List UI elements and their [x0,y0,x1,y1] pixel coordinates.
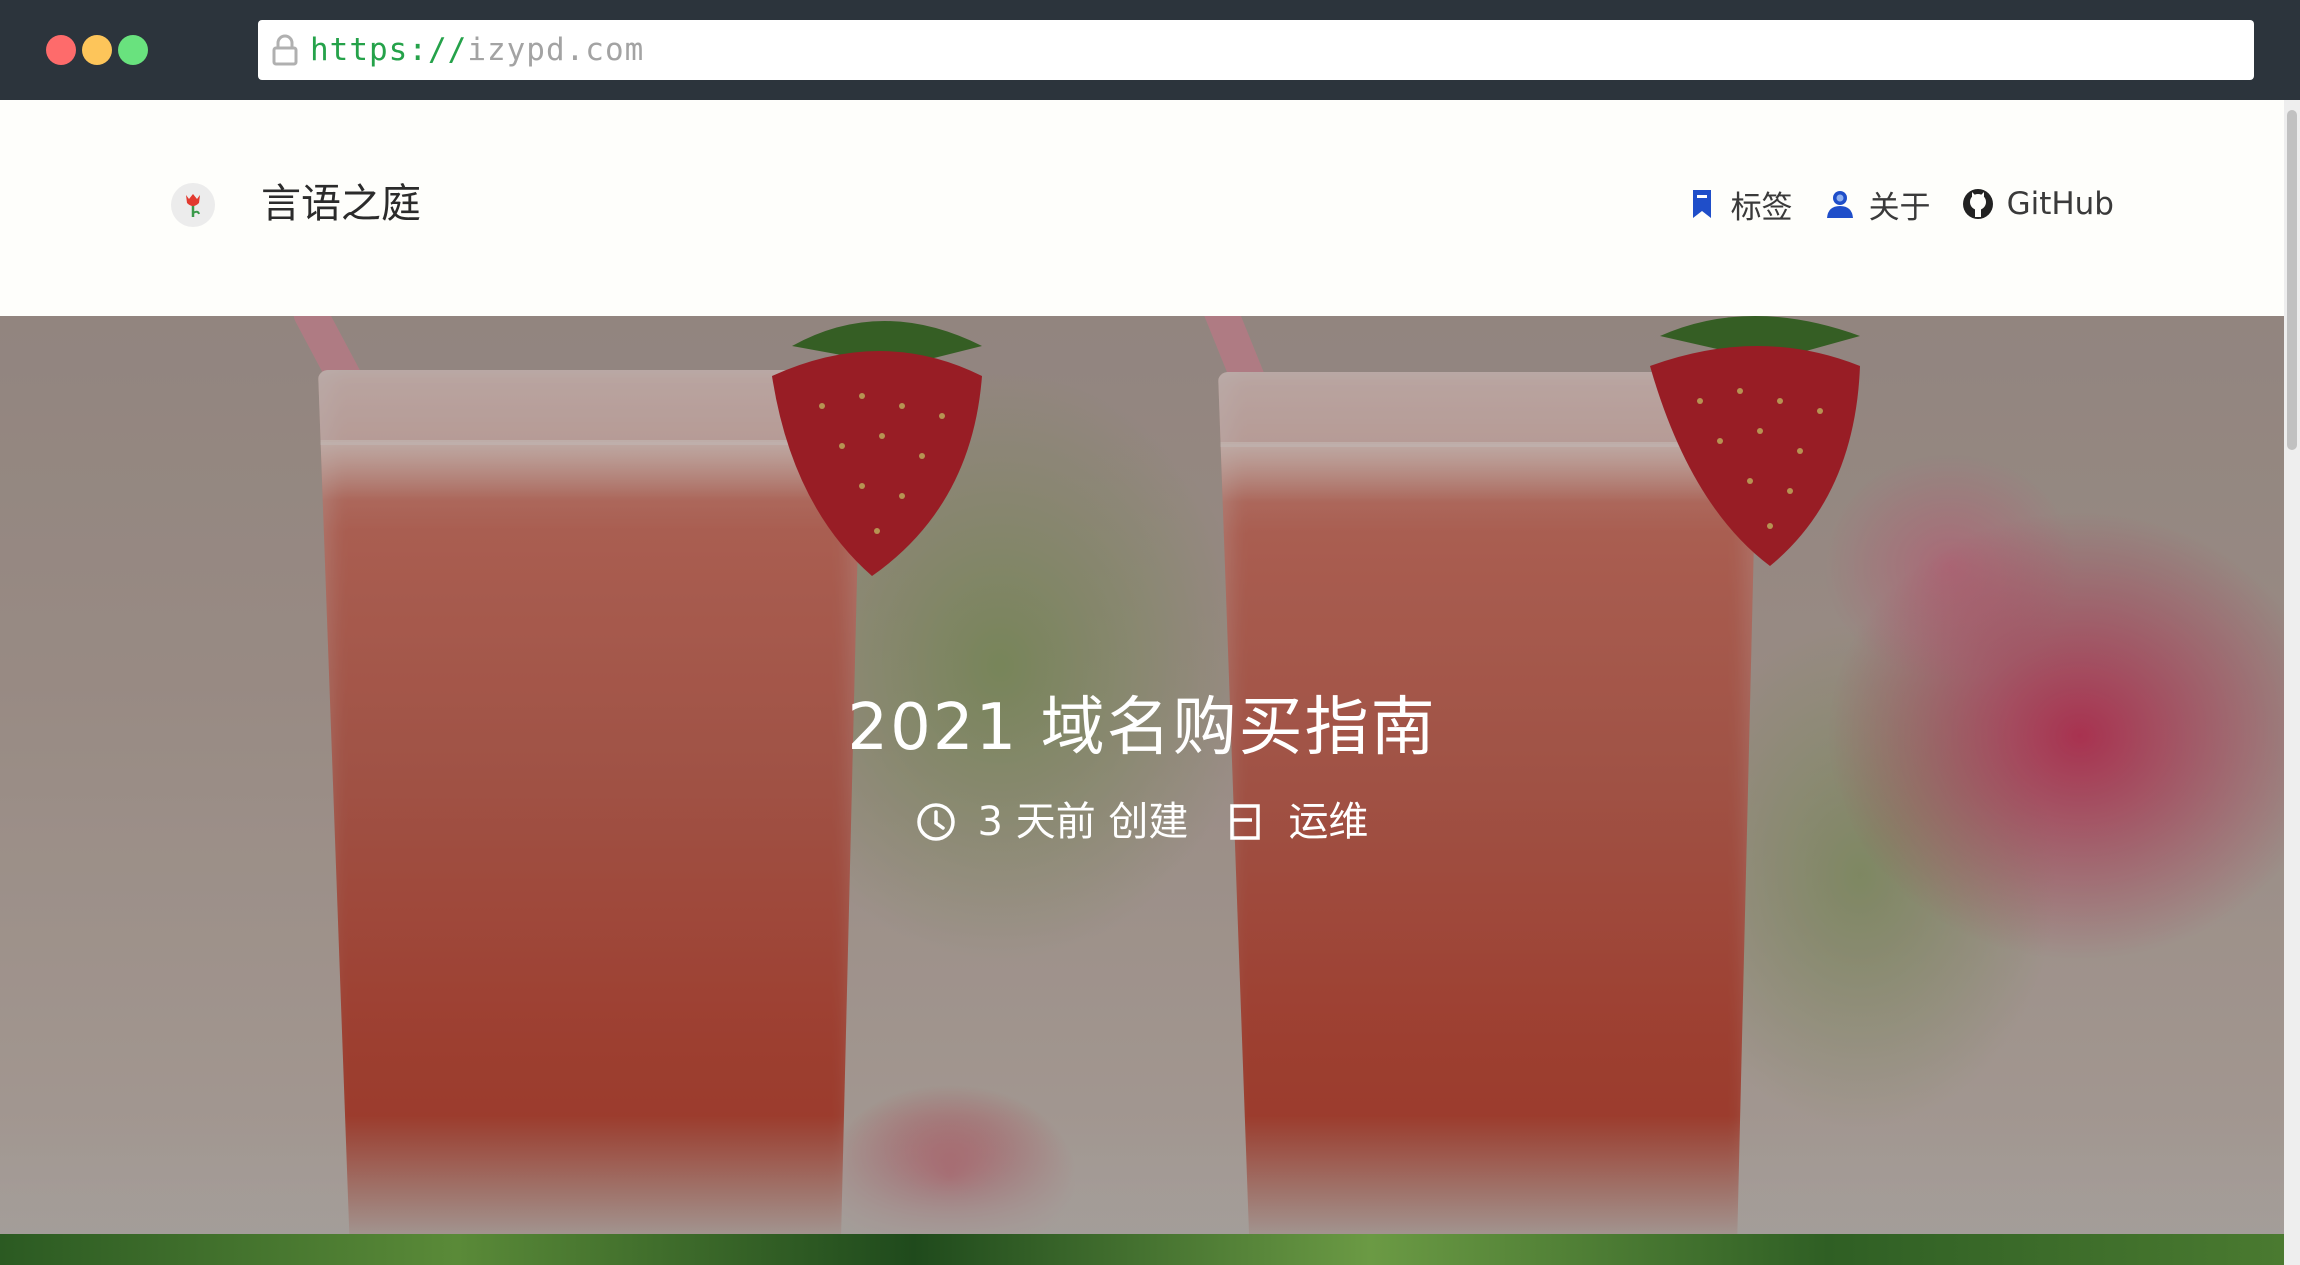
window-close-button[interactable] [46,35,76,65]
nav-item-tags[interactable]: 标签 [1685,182,1793,227]
post-meta: 3 天前 创建 运维 [0,794,2284,850]
nav-label-github: GitHub [2006,186,2114,222]
post-category-text[interactable]: 运维 [1288,794,1368,850]
post-title: 2021 域名购买指南 [847,691,1437,765]
user-icon [1826,191,1853,218]
folder-icon [1230,804,1261,840]
lock-icon [272,34,298,66]
bookmark-icon [1692,190,1711,218]
hero-overlay [0,316,2284,1234]
url-scheme: https:// [310,32,468,68]
url-host: izypd.com [467,32,645,68]
nav-label-tags: 标签 [1730,189,1793,226]
page-scrollbar[interactable] [2284,100,2300,1265]
post-hero-banner: 2021 域名购买指南 3 天前 创建 运维 [0,316,2284,1234]
site-title[interactable]: 言语之庭 [261,178,421,230]
nav-label-about: 关于 [1868,189,1931,226]
nav-item-about[interactable]: 关于 [1823,182,1931,227]
window-maximize-button[interactable] [118,35,148,65]
site-header: 言语之庭 标签 关于 GitHub [0,100,2284,316]
github-icon [1962,189,1993,219]
clock-icon [916,803,955,841]
tulip-logo-icon[interactable] [171,183,215,227]
window-minimize-button[interactable] [82,35,112,65]
scrollbar-thumb[interactable] [2287,110,2297,450]
main-nav: 标签 关于 GitHub [1655,182,2114,226]
url-text[interactable]: https://izypd.com [310,20,644,80]
next-section-image [0,1234,2284,1265]
post-created: 3 天前 创建 [916,794,1189,850]
post-category[interactable]: 运维 [1226,794,1368,850]
post-created-text: 3 天前 创建 [977,799,1189,845]
nav-item-github[interactable]: GitHub [1961,186,2114,222]
address-bar[interactable]: https://izypd.com [258,20,2254,80]
browser-toolbar: https://izypd.com [0,0,2300,100]
